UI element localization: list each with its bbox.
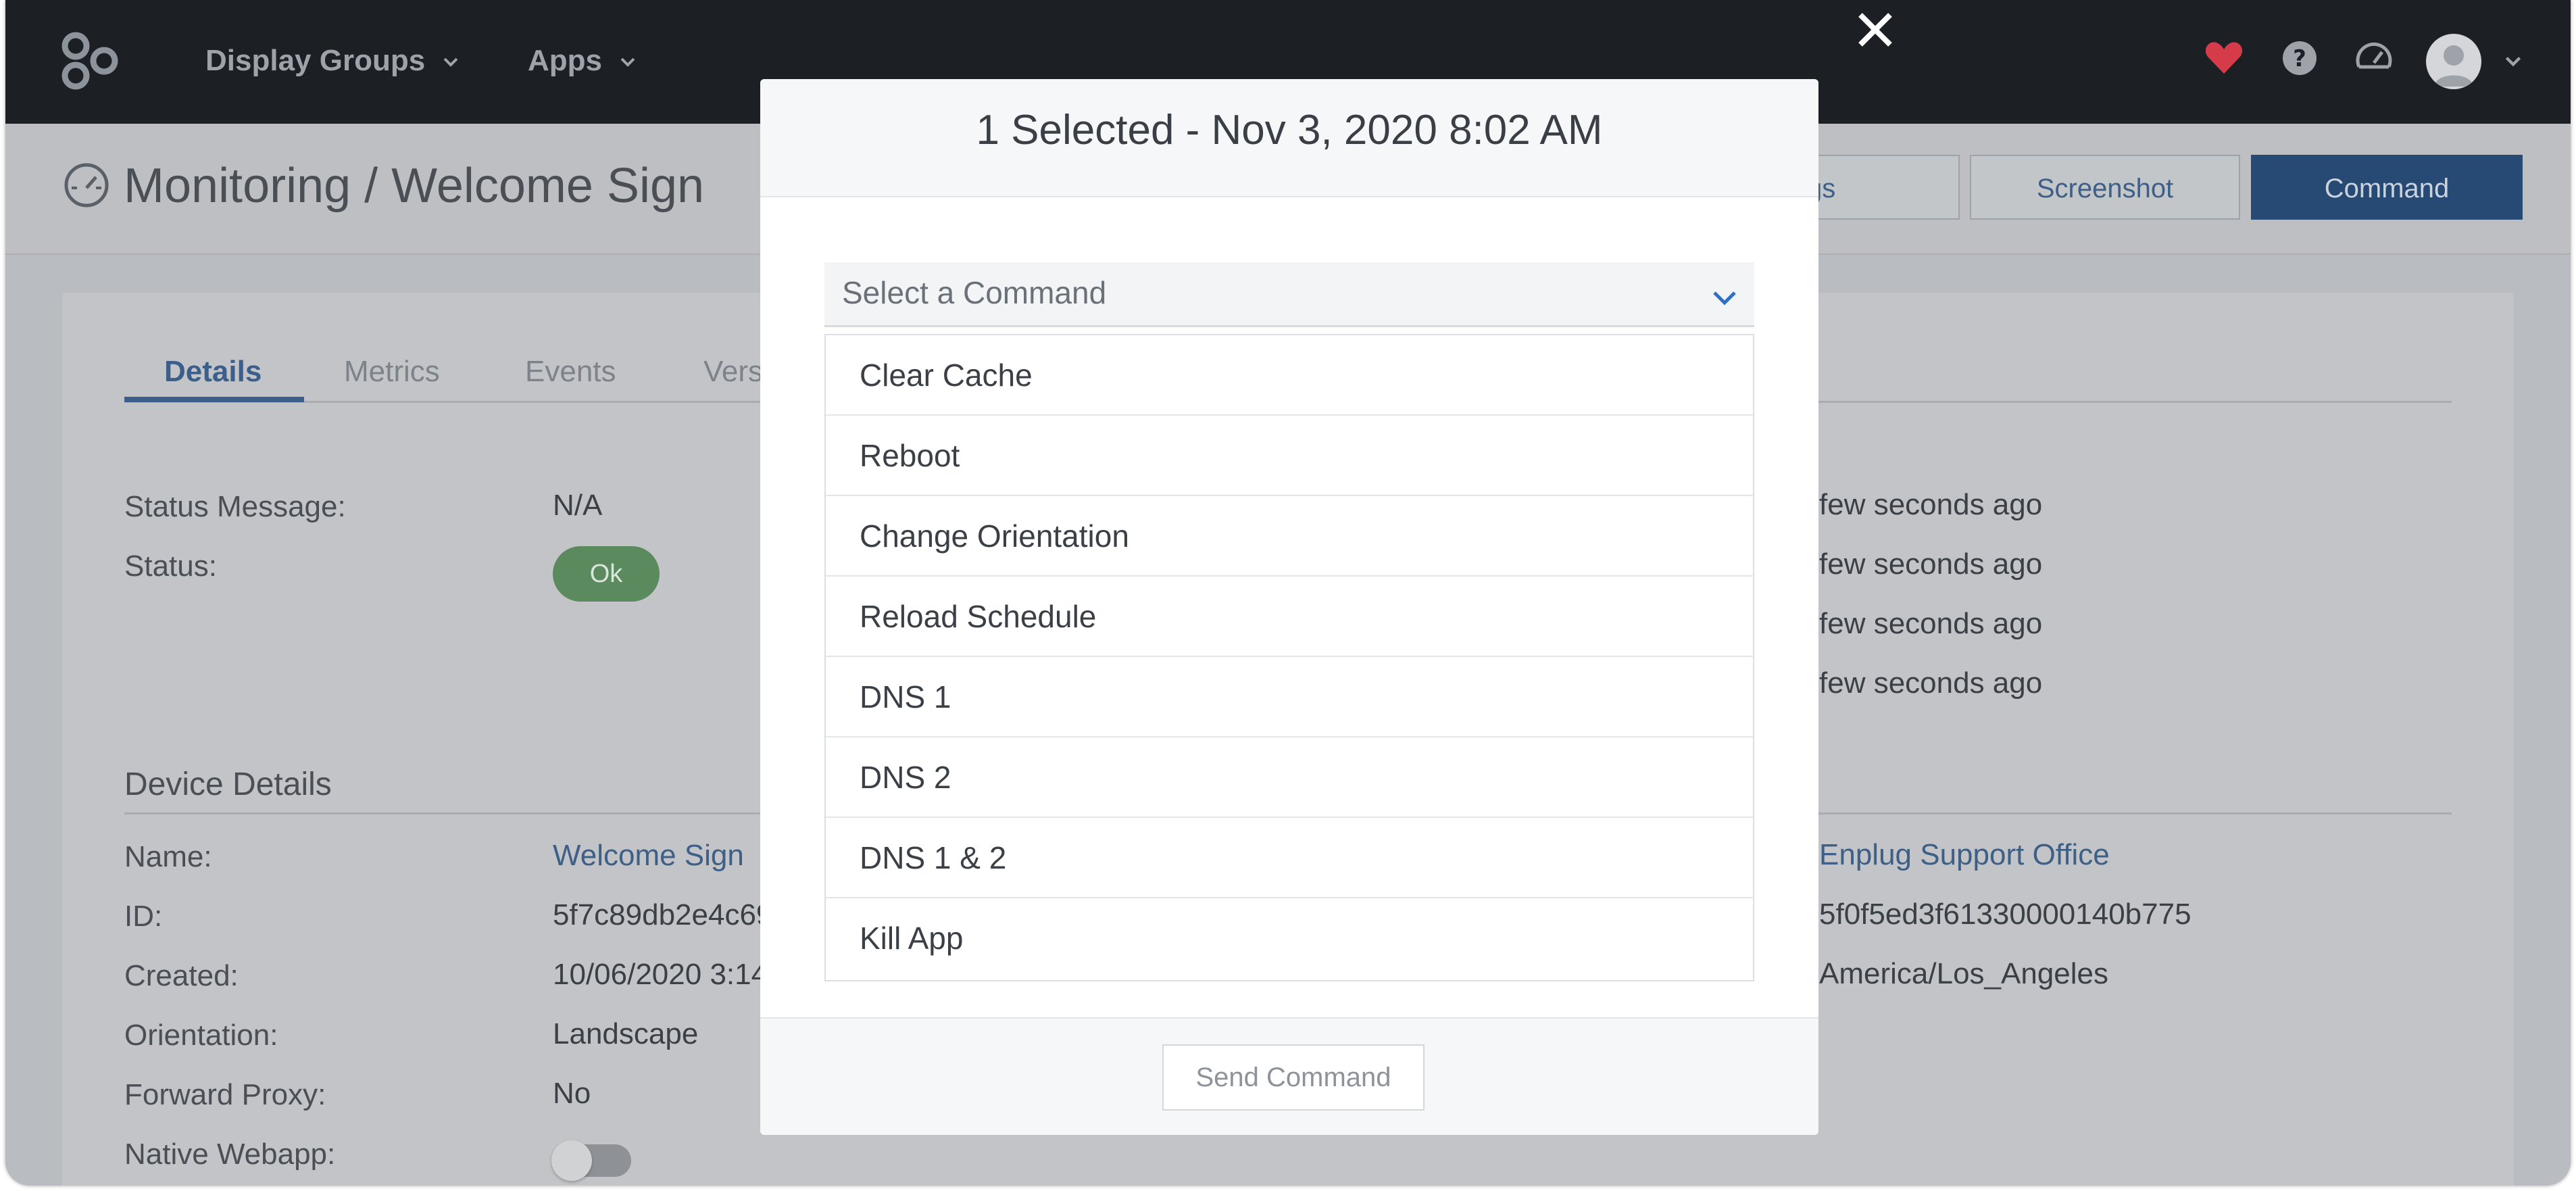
last-seen-time: few seconds ago (1819, 666, 2043, 700)
option-change-orientation[interactable]: Change Orientation (826, 496, 1753, 577)
avatar[interactable] (2426, 34, 2481, 89)
native-webapp-label: Native Webapp: (124, 1138, 336, 1171)
status-badge: Ok (553, 546, 660, 602)
screenshot-button[interactable]: Screenshot (1970, 155, 2240, 220)
status-message-label: Status Message: (124, 490, 346, 523)
command-select[interactable]: Select a Command (824, 262, 1754, 327)
user-icon (2434, 45, 2473, 87)
dashboard-icon[interactable] (2353, 37, 2395, 79)
forward-proxy-value: No (553, 1077, 591, 1110)
command-options-list: Clear Cache Reboot Change Orientation Re… (824, 334, 1754, 981)
modal-footer: Send Command (760, 1017, 1818, 1135)
last-seen-time: few seconds ago (1819, 548, 2043, 581)
option-reload-schedule[interactable]: Reload Schedule (826, 577, 1753, 657)
svg-text:?: ? (2293, 45, 2306, 72)
close-icon[interactable] (1854, 8, 1897, 51)
tab-details[interactable]: Details (164, 355, 262, 389)
apps-menu[interactable]: Apps (528, 41, 637, 81)
location-value[interactable]: Enplug Support Office (1819, 838, 2110, 872)
last-seen-time: few seconds ago (1819, 488, 2043, 521)
last-seen-time: few seconds ago (1819, 607, 2043, 640)
chevron-down-icon (1713, 291, 1736, 306)
monitoring-icon (64, 163, 109, 208)
display-groups-menu[interactable]: Display Groups (205, 41, 460, 81)
apps-label: Apps (528, 44, 602, 77)
toggle-knob (551, 1140, 592, 1181)
help-icon[interactable]: ? (2279, 37, 2321, 79)
command-select-placeholder: Select a Command (842, 275, 1107, 310)
status-message-value: N/A (553, 489, 603, 522)
name-value[interactable]: Welcome Sign (553, 839, 744, 873)
tab-events[interactable]: Events (525, 355, 616, 389)
option-dns-1-and-2[interactable]: DNS 1 & 2 (826, 818, 1753, 898)
created-value: 10/06/2020 3:14 (553, 958, 768, 991)
chevron-down-icon (620, 57, 635, 68)
option-dns-2[interactable]: DNS 2 (826, 737, 1753, 818)
tab-metrics[interactable]: Metrics (344, 355, 440, 389)
option-clear-cache[interactable]: Clear Cache (826, 335, 1753, 416)
timezone-value: America/Los_Angeles (1819, 957, 2109, 990)
display-groups-label: Display Groups (205, 44, 426, 77)
id-label: ID: (124, 900, 163, 933)
modal-title: 1 Selected - Nov 3, 2020 8:02 AM (976, 107, 1603, 153)
option-kill-app[interactable]: Kill App (826, 898, 1753, 979)
status-label: Status: (124, 550, 217, 583)
created-label: Created: (124, 959, 239, 992)
venue-id-value: 5f0f5ed3f61330000140b775 (1819, 898, 2191, 931)
orientation-value: Landscape (553, 1017, 699, 1050)
active-tab-indicator (124, 397, 304, 402)
command-modal: 1 Selected - Nov 3, 2020 8:02 AM Select … (760, 79, 1818, 1135)
chevron-down-icon[interactable] (2503, 51, 2523, 72)
name-label: Name: (124, 840, 212, 873)
page-title: Monitoring / Welcome Sign (124, 159, 705, 213)
heart-icon[interactable] (2203, 37, 2245, 79)
command-button[interactable]: Command (2251, 155, 2523, 220)
app-window: Display Groups Apps ? Monitoring / Welco… (5, 0, 2571, 1186)
modal-header: 1 Selected - Nov 3, 2020 8:02 AM (760, 79, 1818, 197)
orientation-label: Orientation: (124, 1019, 278, 1052)
enplug-logo-icon[interactable] (59, 31, 120, 92)
chevron-down-icon (444, 57, 458, 68)
send-command-button[interactable]: Send Command (1162, 1044, 1425, 1111)
tab-versions[interactable]: Vers (703, 355, 763, 389)
forward-proxy-label: Forward Proxy: (124, 1078, 326, 1111)
option-dns-1[interactable]: DNS 1 (826, 657, 1753, 737)
option-reboot[interactable]: Reboot (826, 416, 1753, 496)
native-webapp-toggle[interactable] (551, 1140, 631, 1181)
id-value: 5f7c89db2e4c69 (553, 898, 773, 931)
